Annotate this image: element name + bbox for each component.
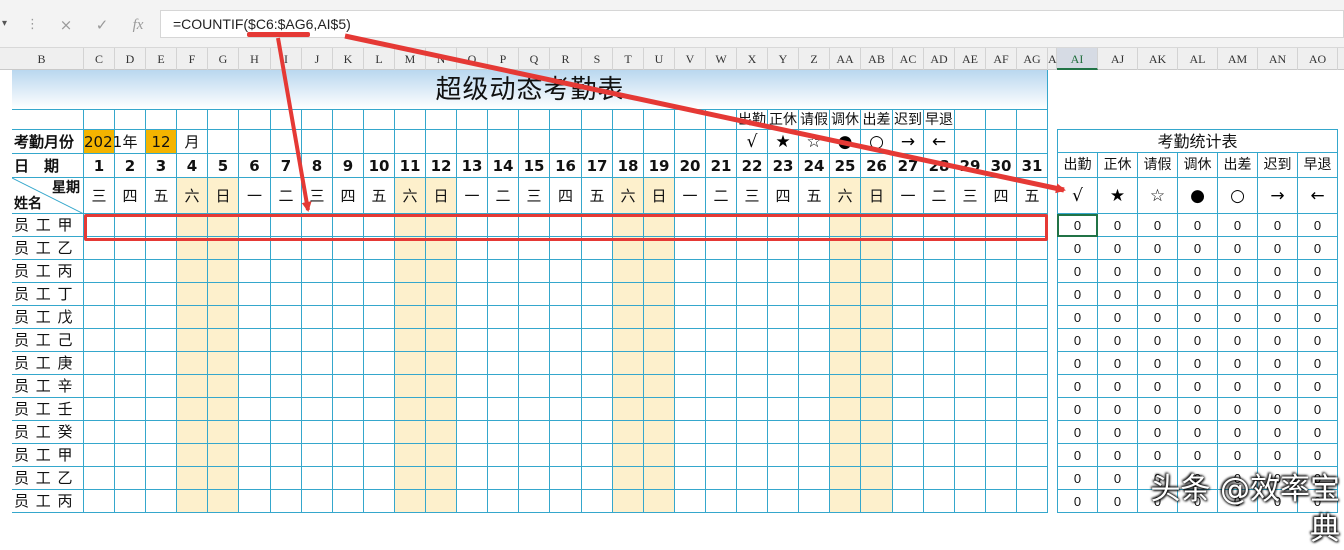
- watermark: 头条 @效率宝典: [1150, 472, 1340, 547]
- arrow-to-row: [276, 37, 312, 212]
- arrow-to-stats: [344, 33, 1066, 194]
- annotation-arrows: [276, 33, 1066, 212]
